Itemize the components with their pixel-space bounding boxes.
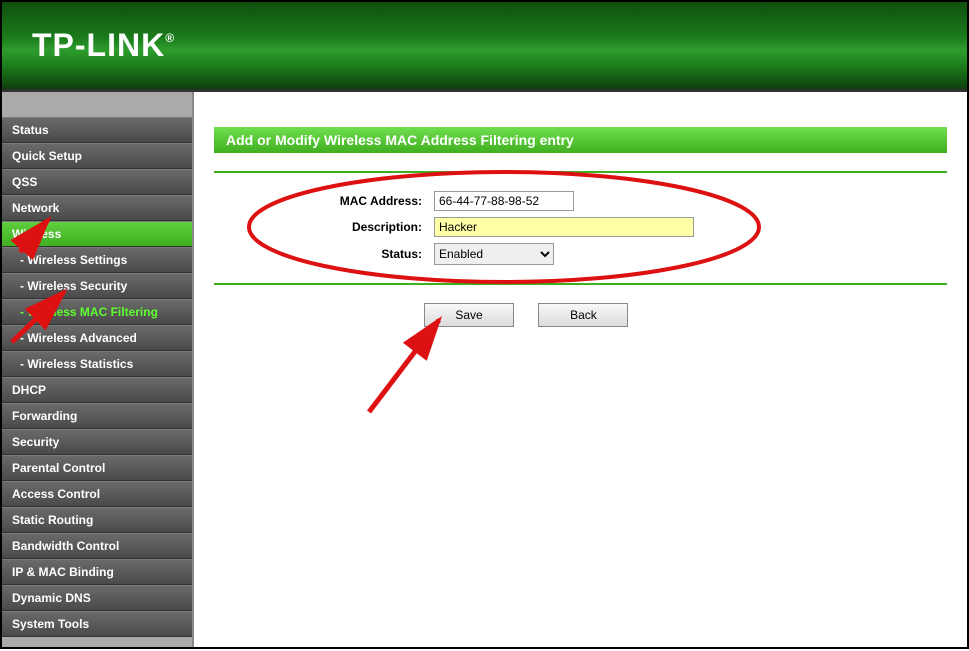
status-label: Status:	[274, 247, 434, 261]
sidebar-item-bandwidth-control[interactable]: Bandwidth Control	[2, 533, 192, 559]
description-input[interactable]	[434, 217, 694, 237]
divider	[214, 171, 947, 173]
sidebar-item-wireless-security[interactable]: - Wireless Security	[2, 273, 192, 299]
form: MAC Address: Description: Status: Enable…	[274, 191, 947, 265]
sidebar-item-dhcp[interactable]: DHCP	[2, 377, 192, 403]
sidebar-item-parental-control[interactable]: Parental Control	[2, 455, 192, 481]
content: Add or Modify Wireless MAC Address Filte…	[192, 92, 967, 647]
sidebar: Status Quick Setup QSS Network Wireless …	[2, 92, 192, 647]
sidebar-item-access-control[interactable]: Access Control	[2, 481, 192, 507]
sidebar-item-wireless-mac-filtering[interactable]: - Wireless MAC Filtering	[2, 299, 192, 325]
save-button[interactable]: Save	[424, 303, 514, 327]
sidebar-item-static-routing[interactable]: Static Routing	[2, 507, 192, 533]
annotation-arrow-save	[369, 320, 439, 412]
sidebar-item-qss[interactable]: QSS	[2, 169, 192, 195]
sidebar-item-wireless[interactable]: Wireless	[2, 221, 192, 247]
sidebar-item-wireless-settings[interactable]: - Wireless Settings	[2, 247, 192, 273]
brand-text: TP-LINK	[32, 27, 165, 63]
brand-logo: TP-LINK®	[32, 27, 175, 64]
sidebar-item-quick-setup[interactable]: Quick Setup	[2, 143, 192, 169]
divider	[214, 283, 947, 285]
back-button[interactable]: Back	[538, 303, 628, 327]
sidebar-item-system-tools[interactable]: System Tools	[2, 611, 192, 637]
sidebar-item-dynamic-dns[interactable]: Dynamic DNS	[2, 585, 192, 611]
mac-address-input[interactable]	[434, 191, 574, 211]
mac-label: MAC Address:	[274, 194, 434, 208]
registered-icon: ®	[165, 31, 175, 45]
status-select[interactable]: Enabled	[434, 243, 554, 265]
annotation-overlay	[194, 92, 969, 651]
sidebar-item-wireless-advanced[interactable]: - Wireless Advanced	[2, 325, 192, 351]
sidebar-item-security[interactable]: Security	[2, 429, 192, 455]
sidebar-item-forwarding[interactable]: Forwarding	[2, 403, 192, 429]
sidebar-item-status[interactable]: Status	[2, 117, 192, 143]
sidebar-item-ip-mac-binding[interactable]: IP & MAC Binding	[2, 559, 192, 585]
sidebar-item-wireless-statistics[interactable]: - Wireless Statistics	[2, 351, 192, 377]
description-label: Description:	[274, 220, 434, 234]
sidebar-item-network[interactable]: Network	[2, 195, 192, 221]
page-title: Add or Modify Wireless MAC Address Filte…	[214, 127, 947, 153]
header: TP-LINK®	[2, 2, 967, 92]
